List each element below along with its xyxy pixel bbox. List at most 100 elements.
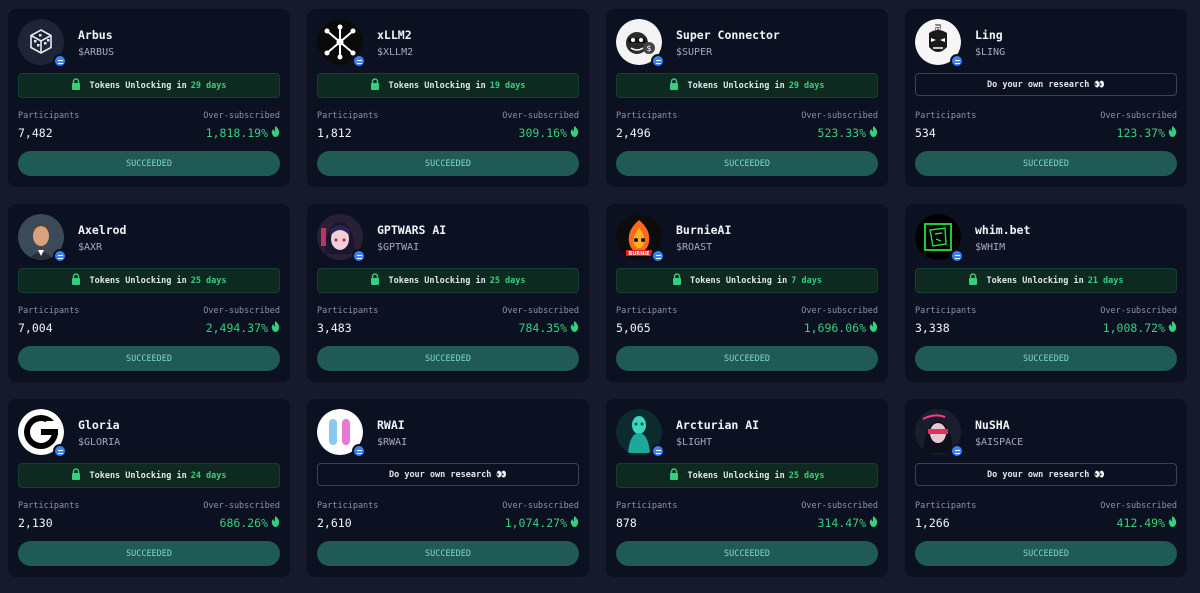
project-name[interactable]: Axelrod (78, 223, 126, 237)
oversubscribed-label: Over-subscribed (203, 501, 280, 511)
participants-value: 1,812 (317, 126, 352, 140)
oversubscribed-value: 784.35% (519, 321, 579, 335)
dyor-notice: Do your own research 👀 (317, 463, 579, 486)
project-card[interactable]: BURNIE BurnieAI $ROAST Tokens Unlocking … (606, 204, 888, 382)
participants-label: Participants (616, 111, 678, 121)
project-card[interactable]: Axelrod $AXR Tokens Unlocking in 25 days… (8, 204, 290, 382)
status-button[interactable]: SUCCEEDED (317, 541, 579, 566)
unlock-days: 29 days (788, 80, 825, 91)
project-card[interactable]: whim.bet $WHIM Tokens Unlocking in 21 da… (905, 204, 1187, 382)
project-name[interactable]: xLLM2 (377, 28, 412, 42)
verified-badge-icon (352, 249, 366, 263)
unlock-text: Tokens Unlocking in (89, 470, 187, 481)
unlock-notice: Tokens Unlocking in 25 days (616, 463, 878, 488)
project-ticker: $XLLM2 (377, 47, 414, 58)
oversubscribed-label: Over-subscribed (1100, 111, 1177, 121)
project-name[interactable]: Ling (975, 28, 1003, 42)
project-name[interactable]: BurnieAI (676, 223, 731, 237)
lock-icon (71, 273, 89, 288)
project-name[interactable]: Arcturian AI (676, 418, 759, 432)
lock-icon (968, 273, 986, 288)
flame-icon (567, 126, 579, 140)
status-button[interactable]: SUCCEEDED (18, 151, 280, 176)
project-ticker: $LING (975, 47, 1006, 58)
unlock-text: Tokens Unlocking in (687, 470, 785, 481)
status-button[interactable]: SUCCEEDED (317, 151, 579, 176)
unlock-notice: Tokens Unlocking in 29 days (18, 73, 280, 98)
unlock-text: Tokens Unlocking in (690, 275, 788, 286)
unlock-notice: Tokens Unlocking in 25 days (18, 268, 280, 293)
project-name[interactable]: NuSHA (975, 418, 1010, 432)
flame-icon (1165, 516, 1177, 530)
project-card[interactable]: RWAI $RWAI Do your own research 👀 Partic… (307, 399, 589, 577)
flame-icon (866, 516, 878, 530)
lock-icon (71, 468, 89, 483)
unlock-text: Tokens Unlocking in (388, 275, 486, 286)
oversubscribed-percent: 686.26% (219, 516, 268, 530)
project-ticker: $AXR (78, 242, 103, 253)
oversubscribed-value: 1,818.19% (206, 126, 280, 140)
status-button[interactable]: SUCCEEDED (317, 346, 579, 371)
participants-value: 878 (616, 516, 637, 530)
unlock-days: 25 days (788, 470, 825, 481)
verified-badge-icon (651, 444, 665, 458)
oversubscribed-percent: 314.47% (817, 516, 866, 530)
oversubscribed-label: Over-subscribed (801, 501, 878, 511)
status-button[interactable]: SUCCEEDED (616, 541, 878, 566)
unlock-text: Tokens Unlocking in (388, 80, 486, 91)
oversubscribed-value: 314.47% (818, 516, 878, 530)
unlock-notice: Tokens Unlocking in 7 days (616, 268, 878, 293)
unlock-days: 25 days (190, 275, 227, 286)
svg-text:$: $ (646, 44, 651, 53)
oversubscribed-label: Over-subscribed (1100, 501, 1177, 511)
project-name[interactable]: Arbus (78, 28, 113, 42)
project-ticker: $RWAI (377, 437, 408, 448)
status-button[interactable]: SUCCEEDED (18, 541, 280, 566)
project-card[interactable]: $ Super Connector $SUPER Tokens Unlockin… (606, 9, 888, 187)
unlock-text: Tokens Unlocking in (89, 275, 187, 286)
project-card[interactable]: 灵 Ling $LING Do your own research 👀 Part… (905, 9, 1187, 187)
unlock-notice: Tokens Unlocking in 19 days (317, 73, 579, 98)
verified-badge-icon (352, 54, 366, 68)
project-name[interactable]: Super Connector (676, 28, 780, 42)
oversubscribed-value: 412.49% (1117, 516, 1177, 530)
status-button[interactable]: SUCCEEDED (915, 151, 1177, 176)
project-card[interactable]: xLLM2 $XLLM2 Tokens Unlocking in 19 days… (307, 9, 589, 187)
project-card[interactable]: Arbus $ARBUS Tokens Unlocking in 29 days… (8, 9, 290, 187)
status-button[interactable]: SUCCEEDED (915, 541, 1177, 566)
oversubscribed-value: 1,696.06% (804, 321, 878, 335)
oversubscribed-label: Over-subscribed (502, 501, 579, 511)
project-card[interactable]: GPTWARS AI $GPTWAI Tokens Unlocking in 2… (307, 204, 589, 382)
participants-value: 1,266 (915, 516, 950, 530)
unlock-days: 21 days (1087, 275, 1124, 286)
flame-icon (1165, 126, 1177, 140)
oversubscribed-value: 2,494.37% (206, 321, 280, 335)
flame-icon (1165, 321, 1177, 335)
project-card[interactable]: Gloria $GLORIA Tokens Unlocking in 24 da… (8, 399, 290, 577)
status-button[interactable]: SUCCEEDED (616, 151, 878, 176)
unlock-days: 19 days (489, 80, 526, 91)
status-button[interactable]: SUCCEEDED (915, 346, 1177, 371)
participants-value: 3,483 (317, 321, 352, 335)
status-button[interactable]: SUCCEEDED (616, 346, 878, 371)
participants-label: Participants (317, 111, 379, 121)
dyor-notice: Do your own research 👀 (915, 463, 1177, 486)
participants-label: Participants (915, 306, 977, 316)
verified-badge-icon (950, 54, 964, 68)
oversubscribed-label: Over-subscribed (502, 306, 579, 316)
project-card[interactable]: NuSHA $AISPACE Do your own research 👀 Pa… (905, 399, 1187, 577)
project-name[interactable]: RWAI (377, 418, 405, 432)
status-button[interactable]: SUCCEEDED (18, 346, 280, 371)
project-card[interactable]: Arcturian AI $LIGHT Tokens Unlocking in … (606, 399, 888, 577)
dyor-text: Do your own research 👀 (986, 469, 1106, 480)
lock-icon (669, 78, 687, 93)
participants-value: 5,065 (616, 321, 651, 335)
project-name[interactable]: Gloria (78, 418, 120, 432)
verified-badge-icon (651, 249, 665, 263)
participants-value: 2,130 (18, 516, 53, 530)
participants-label: Participants (317, 501, 379, 511)
project-name[interactable]: GPTWARS AI (377, 223, 446, 237)
project-name[interactable]: whim.bet (975, 223, 1030, 237)
oversubscribed-percent: 523.33% (817, 126, 866, 140)
oversubscribed-percent: 2,494.37% (205, 321, 268, 335)
